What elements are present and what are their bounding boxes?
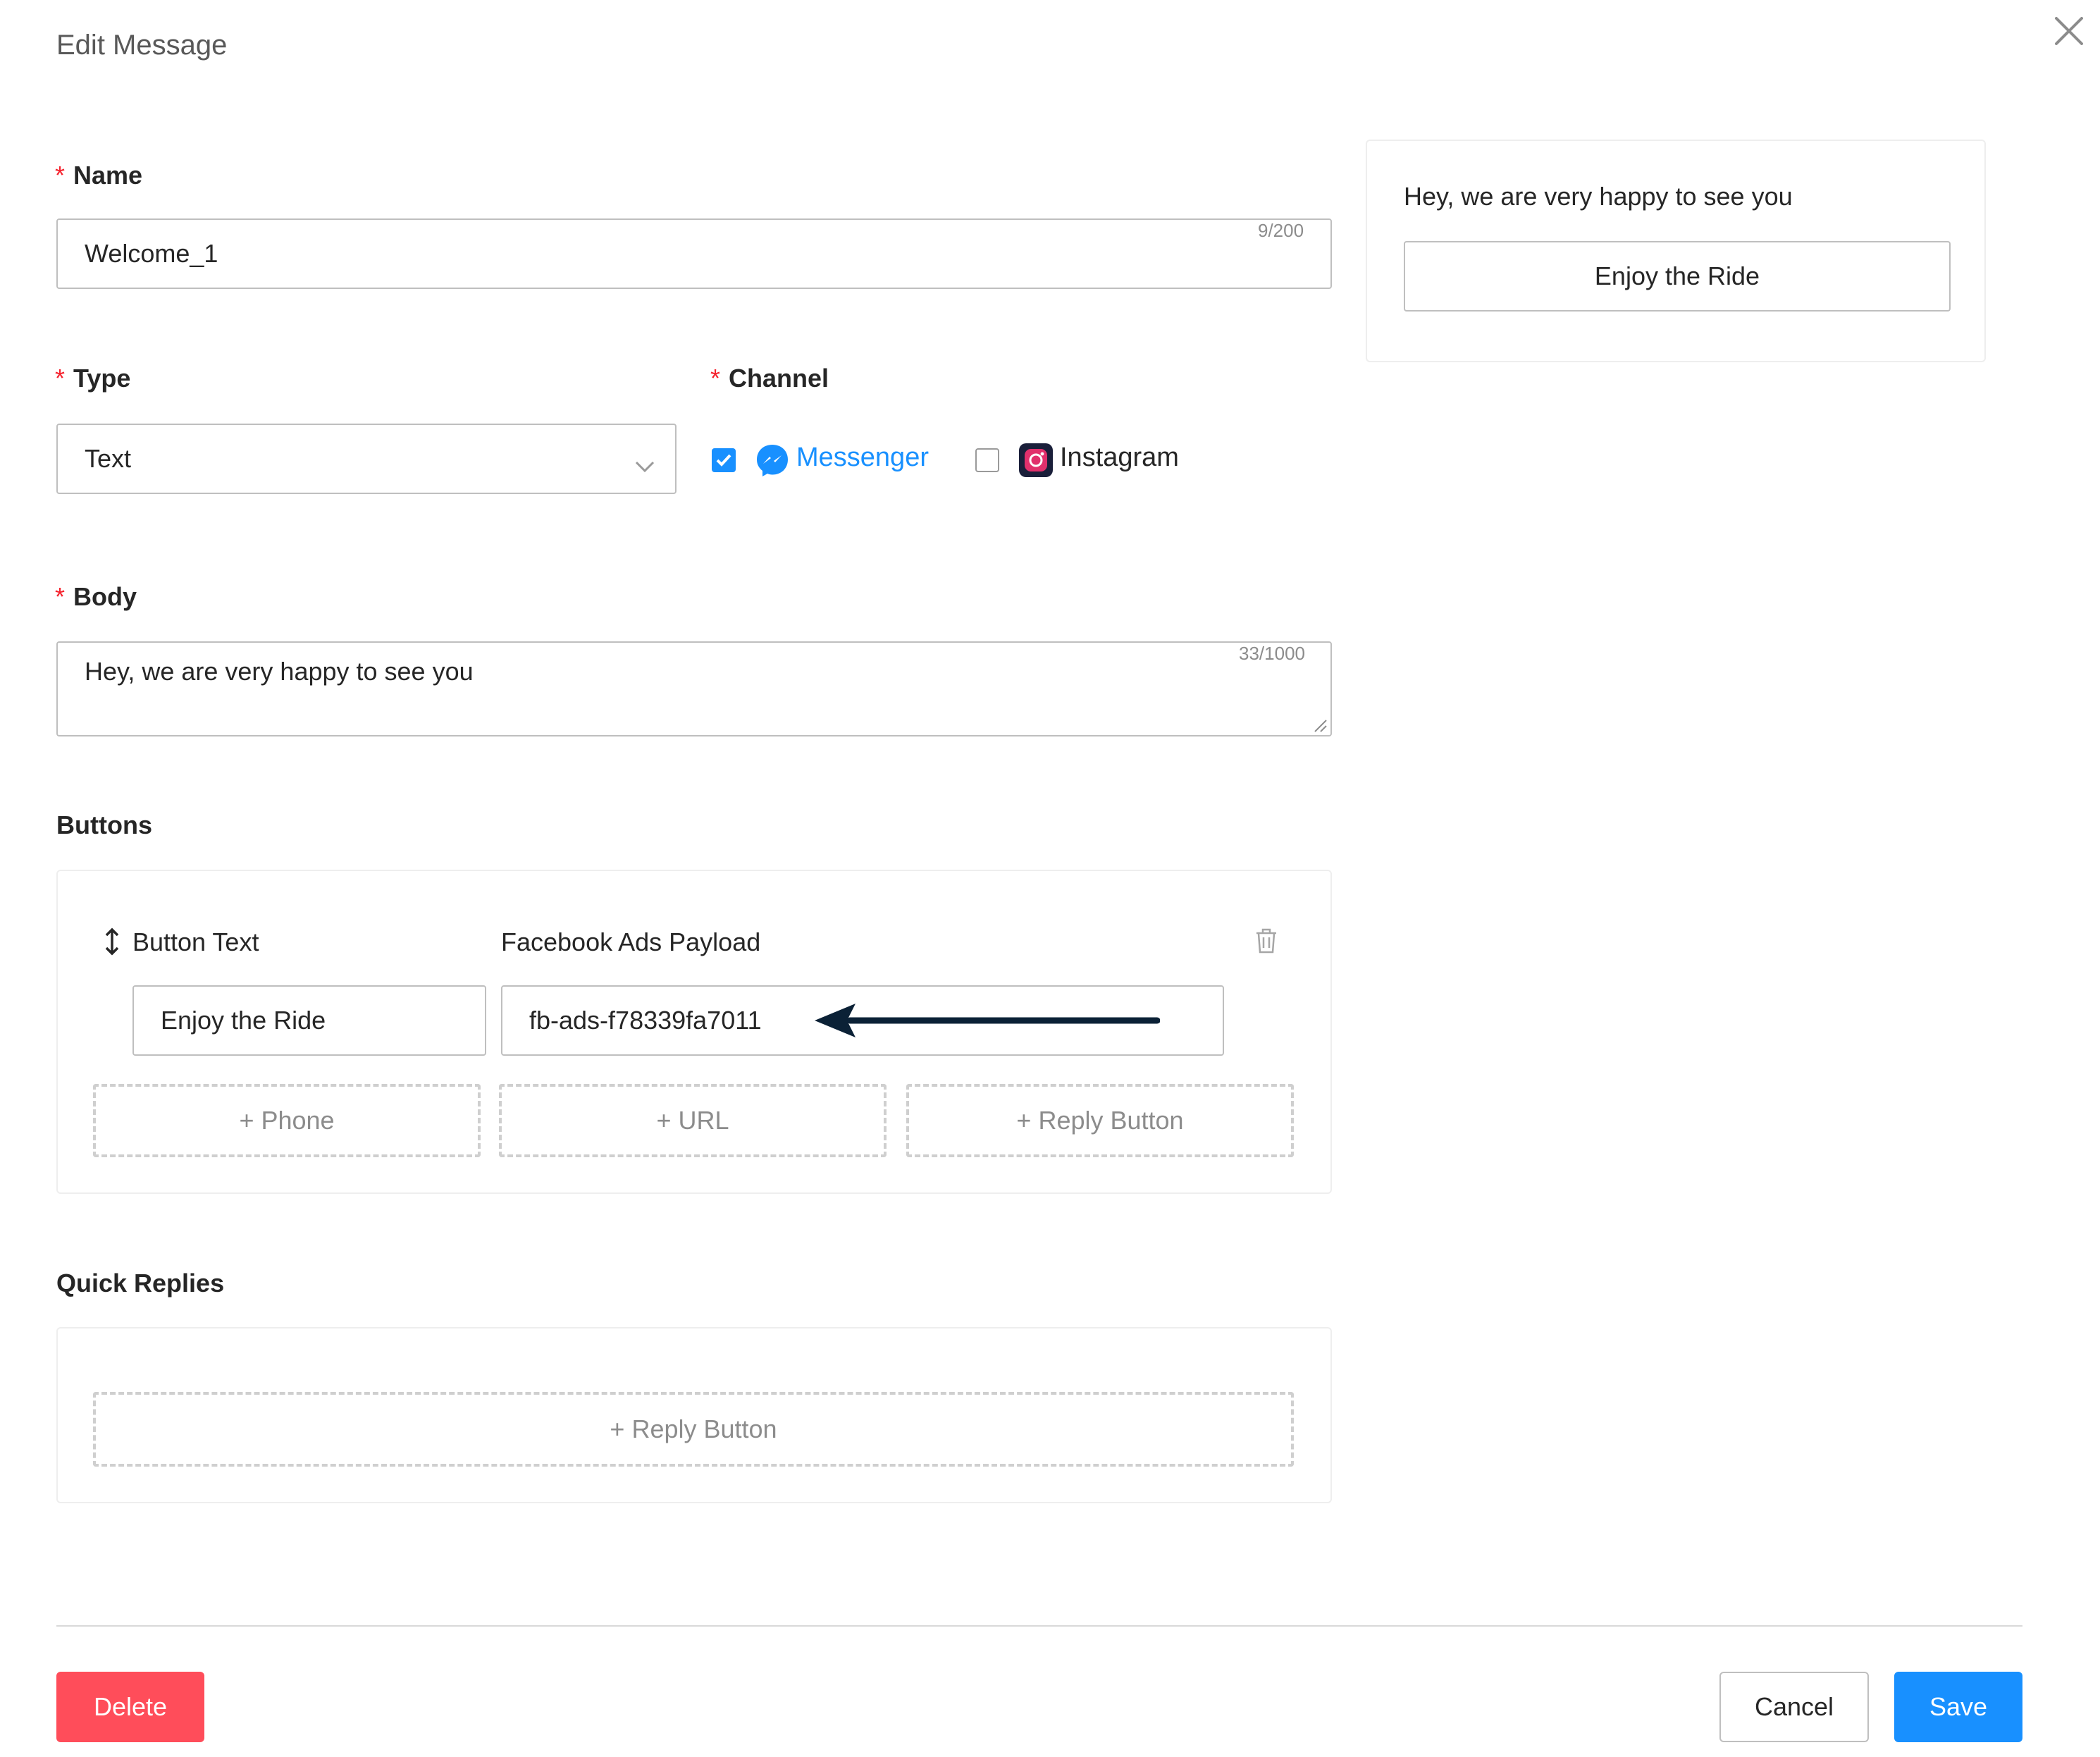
save-button[interactable]: Save [1894,1672,2022,1742]
add-quick-reply-button[interactable]: + Reply Button [93,1392,1294,1467]
instagram-icon [1018,442,1054,482]
name-input[interactable]: Welcome_1 [56,218,1332,289]
resize-handle-icon[interactable] [1312,717,1328,736]
type-label: * Type [55,364,131,393]
name-label: * Name [55,161,143,190]
required-asterisk: * [55,582,66,611]
body-counter: 33/1000 [1239,643,1305,664]
delete-button[interactable]: Delete [56,1672,204,1742]
name-counter: 9/200 [1258,220,1304,241]
payload-input-value: fb-ads-f78339fa7011 [529,1006,762,1035]
required-asterisk: * [55,364,66,393]
drag-handle-icon[interactable] [103,927,121,959]
modal-title: Edit Message [56,30,228,61]
payload-column-label: Facebook Ads Payload [501,927,761,956]
quick-replies-heading: Quick Replies [56,1269,225,1297]
body-textarea[interactable]: Hey, we are very happy to see you [56,641,1332,736]
messenger-label[interactable]: Messenger [796,443,929,473]
trash-icon[interactable] [1254,927,1278,958]
type-select-value: Text [85,444,132,473]
channel-label: * Channel [710,364,829,393]
messenger-icon [754,442,791,482]
preview-message: Hey, we are very happy to see you [1404,182,1793,211]
messenger-checkbox[interactable] [712,448,736,472]
add-url-button[interactable]: + URL [499,1084,887,1157]
required-asterisk: * [710,364,721,393]
footer-divider [56,1625,2022,1627]
chevron-down-icon [634,450,655,480]
add-reply-button[interactable]: + Reply Button [906,1084,1294,1157]
preview-button: Enjoy the Ride [1404,241,1951,312]
name-input-value: Welcome_1 [85,239,218,268]
button-text-column-label: Button Text [132,927,259,956]
arrow-left-annotation [815,1001,1161,1044]
button-text-input-value: Enjoy the Ride [161,1006,326,1035]
cancel-button[interactable]: Cancel [1719,1672,1869,1742]
close-icon[interactable] [2051,13,2087,49]
type-select[interactable]: Text [56,424,677,494]
instagram-checkbox[interactable] [975,448,999,472]
button-text-input[interactable]: Enjoy the Ride [132,985,486,1056]
body-textarea-value: Hey, we are very happy to see you [85,657,474,686]
add-phone-button[interactable]: + Phone [93,1084,481,1157]
instagram-label[interactable]: Instagram [1060,443,1179,473]
buttons-heading: Buttons [56,810,152,839]
required-asterisk: * [55,161,66,190]
body-label: * Body [55,582,137,611]
